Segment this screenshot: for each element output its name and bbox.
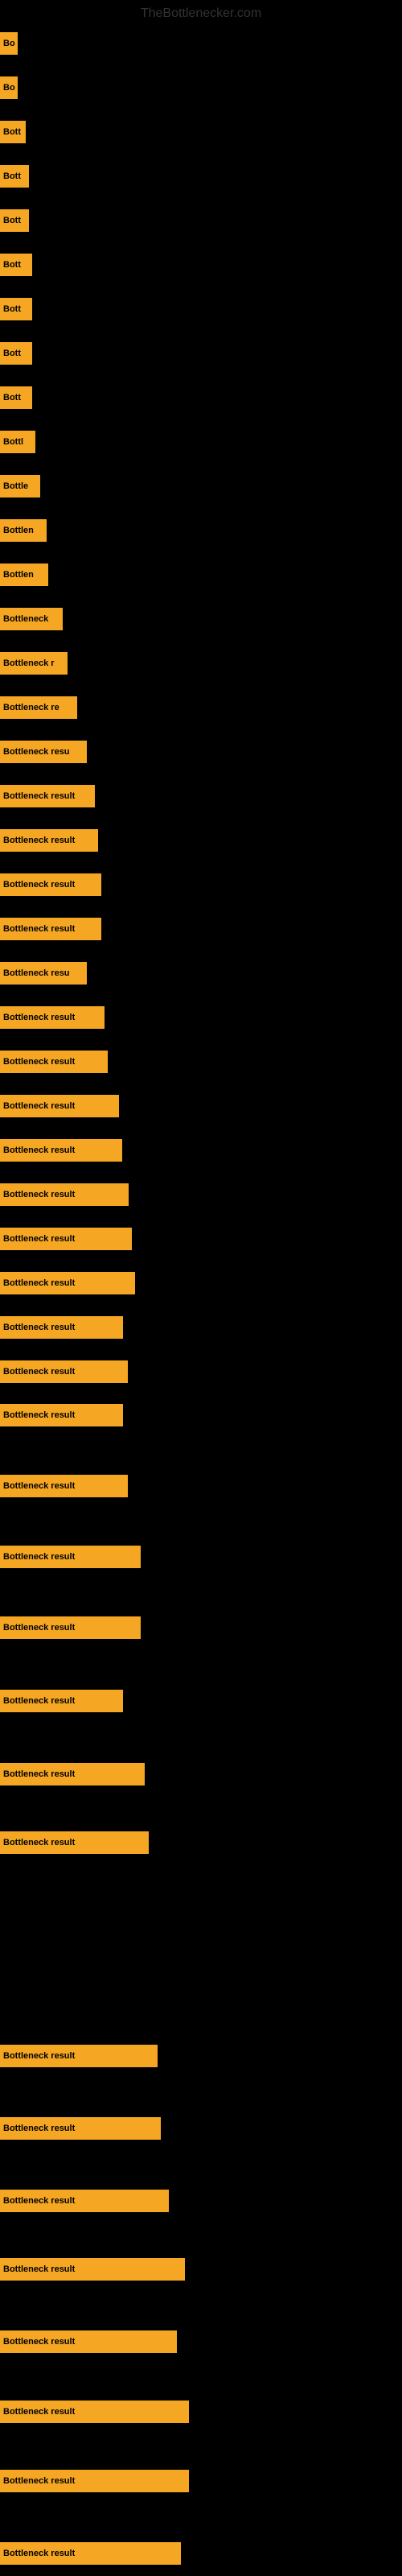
bar-label: Bott	[0, 209, 29, 232]
bar-label: Bottlen	[0, 564, 48, 586]
bar-label: Bott	[0, 254, 32, 276]
bar-label: Bottleneck result	[0, 1316, 123, 1339]
bar-row: Bottleneck result	[0, 2258, 185, 2281]
bar-row: Bottleneck result	[0, 918, 101, 940]
bar-label: Bottleneck result	[0, 1360, 128, 1383]
bar-label: Bottleneck result	[0, 1831, 149, 1854]
bar-row: Bott	[0, 209, 29, 232]
bar-label: Bottl	[0, 431, 35, 453]
bar-row: Bottlen	[0, 564, 48, 586]
bar-label: Bottleneck re	[0, 696, 77, 719]
bar-row: Bottleneck	[0, 608, 63, 630]
bar-label: Bottleneck result	[0, 1139, 122, 1162]
bar-row: Bott	[0, 254, 32, 276]
bar-label: Bottleneck result	[0, 1183, 129, 1206]
bar-row: Bottleneck re	[0, 696, 77, 719]
bar-label: Bottleneck resu	[0, 962, 87, 985]
bar-row: Bottleneck result	[0, 1228, 132, 1250]
bar-label: Bo	[0, 32, 18, 55]
bar-row: Bottleneck result	[0, 1006, 105, 1029]
site-title: TheBottlenecker.com	[0, 0, 402, 24]
bar-row: Bottleneck resu	[0, 741, 87, 763]
bar-row: Bottleneck result	[0, 1095, 119, 1117]
bar-label: Bottleneck result	[0, 2330, 177, 2353]
bar-row: Bottleneck result	[0, 1360, 128, 1383]
bar-label: Bottleneck result	[0, 1546, 141, 1568]
bar-row: Bottleneck result	[0, 785, 95, 807]
bar-label: Bottleneck r	[0, 652, 68, 675]
bar-row: Bo	[0, 76, 18, 99]
bar-label: Bottleneck result	[0, 2190, 169, 2212]
bar-row: Bottleneck result	[0, 1763, 145, 1785]
bar-row: Bottleneck result	[0, 2470, 189, 2492]
bar-label: Bottlen	[0, 519, 47, 542]
bar-row: Bottleneck result	[0, 1404, 123, 1426]
bar-row: Bottlen	[0, 519, 47, 542]
bar-label: Bottleneck result	[0, 1051, 108, 1073]
bar-row: Bottleneck result	[0, 1316, 123, 1339]
bar-row: Bottleneck result	[0, 1616, 141, 1639]
bar-row: Bottleneck resu	[0, 962, 87, 985]
bar-label: Bottleneck result	[0, 1228, 132, 1250]
bar-row: Bo	[0, 32, 18, 55]
bar-row: Bott	[0, 342, 32, 365]
bar-label: Bottleneck result	[0, 873, 101, 896]
bar-label: Bottleneck result	[0, 1095, 119, 1117]
bar-label: Bott	[0, 386, 32, 409]
bar-label: Bottleneck result	[0, 2258, 185, 2281]
bar-row: Bott	[0, 386, 32, 409]
bar-label: Bott	[0, 121, 26, 143]
bar-row: Bott	[0, 298, 32, 320]
bar-row: Bottleneck result	[0, 1139, 122, 1162]
bar-row: Bottleneck result	[0, 2190, 169, 2212]
bar-label: Bott	[0, 298, 32, 320]
bar-row: Bott	[0, 121, 26, 143]
bar-label: Bottleneck result	[0, 2045, 158, 2067]
bar-label: Bottleneck result	[0, 1006, 105, 1029]
bar-row: Bottleneck result	[0, 1475, 128, 1497]
bar-label: Bottleneck result	[0, 2470, 189, 2492]
bar-label: Bottleneck result	[0, 1763, 145, 1785]
bar-row: Bottl	[0, 431, 35, 453]
bar-row: Bottle	[0, 475, 40, 497]
bar-row: Bottleneck result	[0, 1272, 135, 1294]
bar-row: Bottleneck result	[0, 873, 101, 896]
bar-label: Bottle	[0, 475, 40, 497]
bar-label: Bottleneck result	[0, 1616, 141, 1639]
bar-row: Bottleneck result	[0, 2401, 189, 2423]
bar-row: Bottleneck result	[0, 1183, 129, 1206]
bar-label: Bottleneck result	[0, 1272, 135, 1294]
bar-label: Bottleneck result	[0, 1404, 123, 1426]
bar-row: Bottleneck result	[0, 829, 98, 852]
bar-row: Bott	[0, 165, 29, 188]
bar-label: Bottleneck result	[0, 2401, 189, 2423]
bar-row: Bottleneck result	[0, 1051, 108, 1073]
bar-label: Bott	[0, 165, 29, 188]
bar-row: Bottleneck result	[0, 2045, 158, 2067]
bar-label: Bottleneck	[0, 608, 63, 630]
bar-label: Bottleneck result	[0, 1690, 123, 1712]
bar-label: Bottleneck result	[0, 2542, 181, 2565]
bar-label: Bottleneck result	[0, 785, 95, 807]
bar-row: Bottleneck r	[0, 652, 68, 675]
bar-label: Bottleneck result	[0, 2117, 161, 2140]
bar-row: Bottleneck result	[0, 1831, 149, 1854]
bar-label: Bott	[0, 342, 32, 365]
bar-row: Bottleneck result	[0, 1546, 141, 1568]
bar-label: Bottleneck result	[0, 918, 101, 940]
bar-label: Bottleneck result	[0, 829, 98, 852]
bar-label: Bo	[0, 76, 18, 99]
bar-row: Bottleneck result	[0, 1690, 123, 1712]
bar-row: Bottleneck result	[0, 2542, 181, 2565]
bar-label: Bottleneck resu	[0, 741, 87, 763]
bar-row: Bottleneck result	[0, 2117, 161, 2140]
bar-row: Bottleneck result	[0, 2330, 177, 2353]
bar-label: Bottleneck result	[0, 1475, 128, 1497]
